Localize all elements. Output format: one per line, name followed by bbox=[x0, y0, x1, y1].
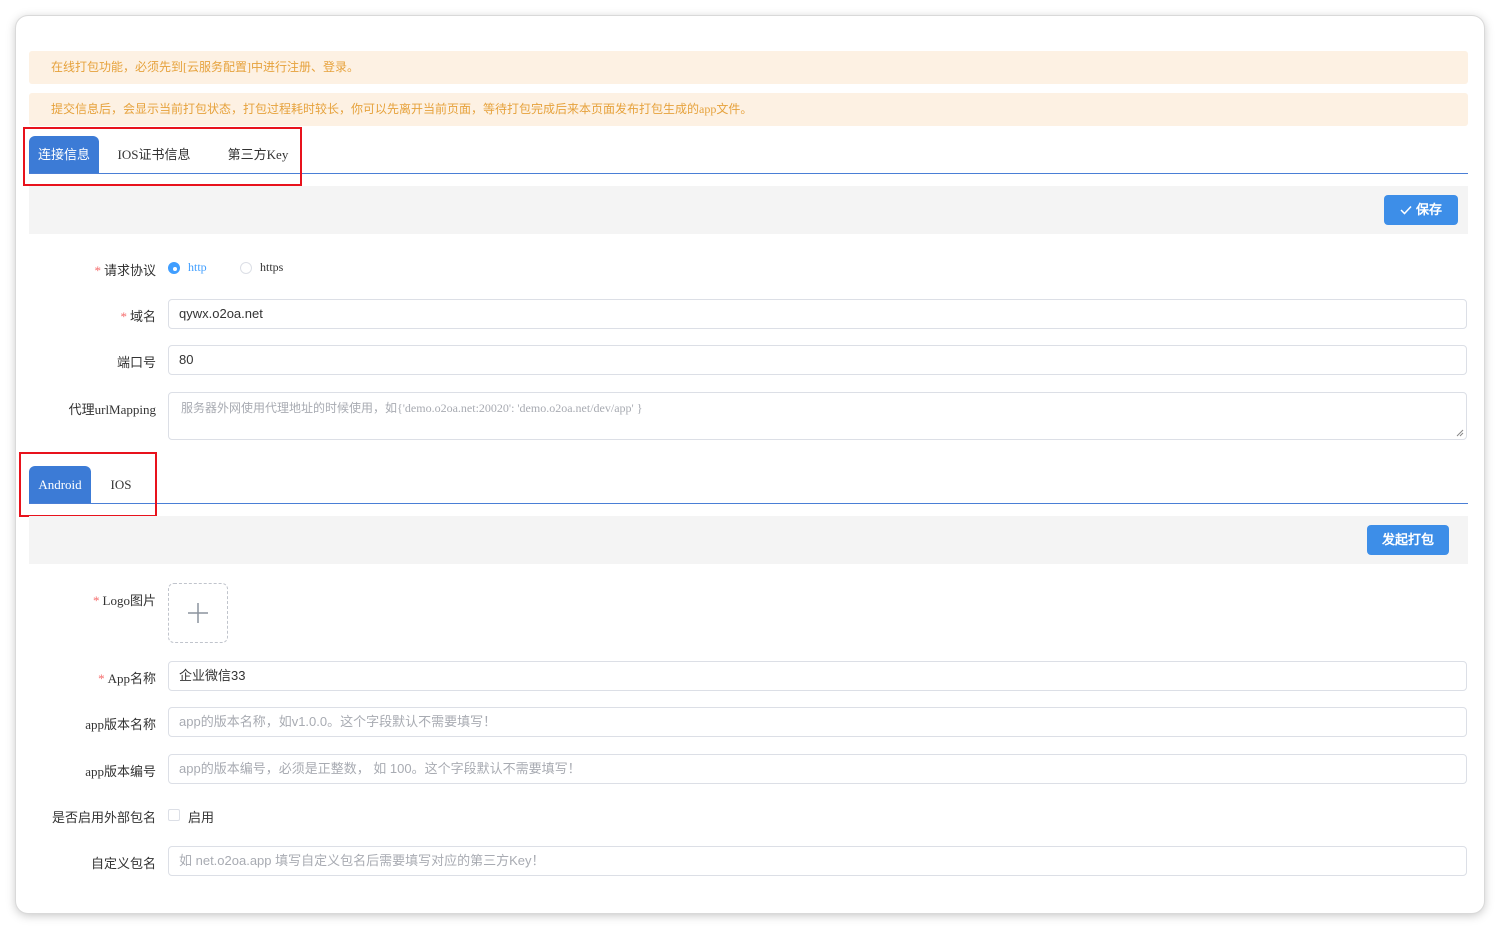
app-name-input[interactable]: 企业微信33 bbox=[168, 661, 1467, 691]
custom-package-input[interactable]: 如 net.o2oa.app 填写自定义包名后需要填写对应的第三方Key！ bbox=[168, 846, 1467, 876]
protocol-label: * 请求协议 bbox=[94, 263, 156, 278]
proxy-textarea[interactable]: 服务器外网使用代理地址的时候使用，如{'demo.o2oa.net:20020'… bbox=[168, 392, 1467, 440]
proxy-label: 代理urlMapping bbox=[68, 402, 156, 417]
save-button[interactable]: 保存 bbox=[1384, 195, 1458, 225]
version-code-label: app版本编号 bbox=[85, 764, 156, 779]
custom-package-label: 自定义包名 bbox=[90, 856, 156, 871]
plus-icon bbox=[188, 603, 208, 623]
domain-input[interactable]: qywx.o2oa.net bbox=[168, 299, 1467, 329]
radio-unchecked-icon bbox=[240, 261, 252, 274]
config-toolbar: 保存 bbox=[29, 186, 1468, 234]
notice-register: 在线打包功能，必须先到[云服务配置]中进行注册、登录。 bbox=[29, 51, 1468, 84]
app-window: 在线打包功能，必须先到[云服务配置]中进行注册、登录。 提交信息后，会显示当前打… bbox=[16, 16, 1484, 913]
proxy-placeholder: 服务器外网使用代理地址的时候使用，如{'demo.o2oa.net:20020'… bbox=[181, 401, 643, 415]
external-package-option-label[interactable]: 启用 bbox=[188, 807, 214, 826]
highlight-box-platform-tabs bbox=[19, 452, 157, 517]
version-name-input[interactable]: app的版本名称，如v1.0.0。这个字段默认不需要填写！ bbox=[168, 707, 1467, 737]
platform-toolbar: 发起打包 bbox=[29, 516, 1468, 564]
radio-http-label: http bbox=[188, 260, 207, 274]
domain-label: * 域名 bbox=[120, 309, 156, 324]
platform-tabbar: Android IOS bbox=[29, 466, 1468, 504]
version-name-label: app版本名称 bbox=[85, 717, 156, 732]
port-label: 端口号 bbox=[116, 355, 156, 370]
notice-packaging: 提交信息后，会显示当前打包状态，打包过程耗时较长，你可以先离开当前页面，等待打包… bbox=[29, 93, 1468, 126]
save-label: 保存 bbox=[1415, 202, 1442, 217]
radio-checked-icon bbox=[168, 261, 180, 274]
external-package-label: 是否启用外部包名 bbox=[51, 810, 156, 825]
start-package-button[interactable]: 发起打包 bbox=[1367, 525, 1449, 555]
version-code-input[interactable]: app的版本编号，必须是正整数， 如 100。这个字段默认不需要填写！ bbox=[168, 754, 1467, 784]
radio-http[interactable]: http bbox=[168, 260, 207, 275]
external-package-checkbox[interactable] bbox=[168, 809, 180, 821]
logo-uploader[interactable] bbox=[168, 583, 228, 643]
resize-handle-icon[interactable] bbox=[1456, 429, 1464, 437]
radio-https-label: https bbox=[260, 260, 284, 274]
check-icon bbox=[1400, 196, 1412, 226]
radio-https[interactable]: https bbox=[240, 260, 283, 275]
app-name-label: * App名称 bbox=[98, 671, 156, 686]
logo-label: * Logo图片 bbox=[93, 593, 156, 608]
port-input[interactable]: 80 bbox=[168, 345, 1467, 375]
highlight-box-config-tabs bbox=[23, 127, 302, 186]
